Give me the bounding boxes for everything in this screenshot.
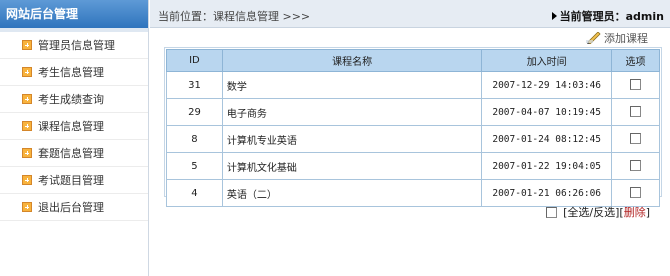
breadcrumb-bar: 当前位置：课程信息管理 >>> 当前管理员：admin <box>150 0 670 28</box>
sidebar-item-label: 课程信息管理 <box>38 120 104 133</box>
sidebar-item-label: 考生信息管理 <box>38 66 104 79</box>
cell-select <box>611 125 660 153</box>
sidebar-item-label: 考生成绩查询 <box>38 93 104 106</box>
cell-name: 数学 <box>221 71 483 99</box>
column-header-name: 课程名称 <box>221 49 483 72</box>
cell-time: 2007-04-07 10:19:45 <box>481 98 613 126</box>
cell-select <box>611 179 660 207</box>
sidebar-item-label: 考试题目管理 <box>38 174 104 187</box>
plus-icon <box>22 202 32 212</box>
plus-icon <box>22 67 32 77</box>
pencil-icon <box>586 32 601 44</box>
sidebar-item-label: 退出后台管理 <box>38 201 104 214</box>
current-admin-label: 当前管理员：admin <box>559 10 664 23</box>
sidebar-item-label: 套题信息管理 <box>38 147 104 160</box>
sidebar-item-exam-questions[interactable]: 考试题目管理 <box>0 167 148 194</box>
row-checkbox[interactable] <box>630 160 642 172</box>
cell-id: 29 <box>166 98 223 126</box>
sidebar-item-course-info[interactable]: 课程信息管理 <box>0 113 148 140</box>
sidebar-menu: 管理员信息管理 考生信息管理 考生成绩查询 课程信息管理 套题信息管理 考试题目… <box>0 32 148 221</box>
cell-id: 8 <box>166 125 223 153</box>
row-checkbox[interactable] <box>630 133 642 145</box>
sidebar-item-score-query[interactable]: 考生成绩查询 <box>0 86 148 113</box>
delete-bracket-close: ] <box>645 206 650 219</box>
cell-select <box>611 152 660 180</box>
table-row: 8 计算机专业英语 2007-01-24 08:12:45 <box>166 125 660 153</box>
cell-name: 计算机专业英语 <box>221 125 483 153</box>
column-header-select: 选项 <box>611 49 660 72</box>
select-all-link[interactable]: [全选/反选] <box>563 206 619 219</box>
cell-name: 计算机文化基础 <box>221 152 483 180</box>
cell-select <box>611 71 660 99</box>
select-all-checkbox[interactable] <box>546 207 558 218</box>
row-checkbox[interactable] <box>630 187 642 199</box>
table-row: 5 计算机文化基础 2007-01-22 19:04:05 <box>166 152 660 180</box>
plus-icon <box>22 148 32 158</box>
table-row: 4 英语（二） 2007-01-21 06:26:06 <box>166 179 660 207</box>
row-checkbox[interactable] <box>630 106 642 118</box>
breadcrumb: 当前位置：课程信息管理 >>> <box>158 10 311 23</box>
table-row: 31 数学 2007-12-29 14:03:46 <box>166 71 660 99</box>
triangle-right-icon <box>551 12 557 20</box>
current-admin: 当前管理员：admin <box>551 8 664 24</box>
sidebar-item-logout[interactable]: 退出后台管理 <box>0 194 148 221</box>
table-header-row: ID 课程名称 加入时间 选项 <box>166 49 660 72</box>
sidebar: 网站后台管理 管理员信息管理 考生信息管理 考生成绩查询 课程信息管理 套题信息… <box>0 0 149 276</box>
add-course-button[interactable]: 添加课程 <box>586 30 648 46</box>
sidebar-item-admin-info[interactable]: 管理员信息管理 <box>0 32 148 59</box>
column-header-time: 加入时间 <box>481 49 613 72</box>
plus-icon <box>22 121 32 131</box>
sidebar-item-paper-set[interactable]: 套题信息管理 <box>0 140 148 167</box>
cell-name: 英语（二） <box>221 179 483 207</box>
plus-icon <box>22 94 32 104</box>
row-checkbox[interactable] <box>630 79 642 91</box>
course-table: ID 课程名称 加入时间 选项 31 数学 2007-12-29 14:03:4… <box>166 49 660 207</box>
delete-link[interactable]: 删除 <box>624 206 646 219</box>
column-header-id: ID <box>166 49 223 72</box>
sidebar-item-label: 管理员信息管理 <box>38 39 115 52</box>
cell-select <box>611 98 660 126</box>
sidebar-item-student-info[interactable]: 考生信息管理 <box>0 59 148 86</box>
cell-time: 2007-01-21 06:26:06 <box>481 179 613 207</box>
cell-time: 2007-01-22 19:04:05 <box>481 152 613 180</box>
main-content: 当前位置：课程信息管理 >>> 当前管理员：admin 添加课程 ID 课程名称… <box>150 0 670 276</box>
table-row: 29 电子商务 2007-04-07 10:19:45 <box>166 98 660 126</box>
cell-id: 4 <box>166 179 223 207</box>
plus-icon <box>22 175 32 185</box>
cell-time: 2007-12-29 14:03:46 <box>481 71 613 99</box>
sidebar-title: 网站后台管理 <box>0 0 148 28</box>
bulk-actions: [全选/反选][删除] <box>546 204 650 220</box>
add-course-label: 添加课程 <box>604 32 648 45</box>
cell-id: 5 <box>166 152 223 180</box>
cell-time: 2007-01-24 08:12:45 <box>481 125 613 153</box>
plus-icon <box>22 40 32 50</box>
cell-name: 电子商务 <box>221 98 483 126</box>
cell-id: 31 <box>166 71 223 99</box>
